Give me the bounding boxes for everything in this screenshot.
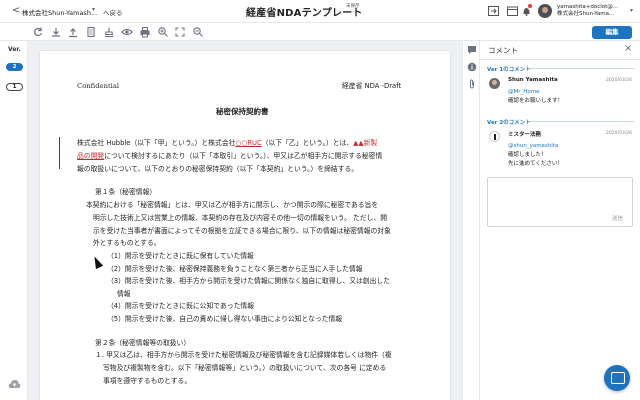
comment-group-heading-v1: Ver 1のコメント (487, 67, 531, 73)
article-2-line-3: 事項を遵守するものとする。 (103, 377, 192, 385)
article-1-item-5: （5）開示を受けた後、自己の責めに帰し得ない事由により公知となった情報 (107, 315, 343, 323)
upload-icon[interactable] (67, 26, 79, 38)
calendar-icon[interactable] (507, 6, 518, 16)
article-1-item-3: （3）開示を受けた後、相手方から開示を受けた情報に関係なく独自に取得し、又は創出… (107, 277, 390, 285)
article-1-item-4: （4）開示を受けたときに既に公知であった情報 (107, 302, 254, 310)
print-icon[interactable] (139, 26, 151, 38)
close-icon[interactable]: × (624, 43, 632, 54)
fit-screen-icon[interactable] (174, 26, 186, 38)
redline-insert: ○○RUC (235, 139, 262, 147)
comment-group-heading-v2: Ver 2のコメント (487, 120, 531, 126)
article-1-line-2: 明示した技術上又は営業上の情報、本契約の存在及び内容その他一切の情報をいう。 た… (93, 214, 388, 222)
doc-intro-line-3: 報の取扱いについて、以下のとおりの秘密保持契約（以下「本契約」という。）を締結す… (77, 165, 359, 173)
comment-date: 2020/03/26 (606, 78, 632, 83)
doc-header-right: 経産省 NDA -Draft (342, 82, 402, 90)
user-avatar[interactable] (538, 4, 552, 18)
article-1-line-1: 本契約における「秘密情報」とは、甲又は乙が相手方に開示し、かつ開示の際に秘密であ… (86, 201, 379, 209)
print-preview-icon[interactable] (85, 26, 97, 38)
doc-intro-line-1: 株式会社 Hubble（以下「甲」という。）と株式会社○○RUC（以下「乙」とい… (77, 138, 377, 148)
divider (530, 68, 634, 69)
article-1-line-4: 外とするものとする。 (93, 239, 161, 247)
article-1-item-1: （1）開示を受けたときに既に保有していた情報 (107, 252, 254, 260)
version-2-pill[interactable]: 2 (6, 63, 23, 71)
comment-mention[interactable]: @shun_yamashita (508, 143, 558, 149)
comment-panel: コメント × Ver 1のコメント Shun Yamashita 2020/03… (480, 41, 640, 400)
account-chevron-icon[interactable]: ▾ (630, 7, 633, 14)
version-1-pill[interactable]: 1 (6, 83, 23, 91)
intro-text: （以下「乙」という。）とは、 (261, 139, 354, 147)
user-account[interactable]: yamashita+doclot@... 株式会社Shun-Yama... (557, 4, 618, 18)
comment-body-line-2: 先に進めてください！ (508, 161, 563, 167)
avatar (489, 131, 500, 142)
article-2-title: 第２条（秘密情報等の取扱い） (95, 339, 191, 347)
send-button[interactable]: 送信 (612, 214, 623, 222)
divider (480, 59, 640, 60)
eye-icon[interactable] (121, 26, 133, 38)
cloud-upload-icon[interactable] (8, 379, 21, 389)
comment-body-line-1: 確認しました！ (508, 152, 547, 158)
comment-date: 2020/03/26 (606, 131, 632, 136)
top-bar: < 株式会社Shun-Yamash... ▾ へ戻る 経産省NDAテンプレート … (0, 0, 640, 23)
comment-mention[interactable]: @Mr_Home (508, 89, 540, 95)
article-2-line-1: １. 甲又は乙は、相手方から開示を受けた秘密情報及び秘密情報を含む記録媒体若しく… (95, 351, 392, 359)
document-toolbar: 編集 (0, 23, 640, 41)
save-status-dots: ... (350, 9, 355, 14)
article-1-title: 第１条（秘密情報） (95, 188, 157, 196)
save-status-badge: 未保存 ... (346, 4, 360, 14)
info-icon[interactable] (467, 62, 477, 72)
zoom-out-icon[interactable] (192, 26, 204, 38)
stamp-icon[interactable] (103, 26, 115, 38)
notification-badge (528, 4, 532, 8)
chevron-down-icon[interactable]: ▾ (92, 6, 95, 13)
version-label: Ver. (8, 46, 21, 53)
attachment-icon[interactable] (467, 79, 477, 89)
refresh-icon[interactable] (32, 26, 44, 38)
back-link[interactable]: へ戻る (103, 7, 123, 17)
intro-text: 株式会社 Hubble（以下「甲」という。）と株式会社 (77, 139, 236, 147)
download-icon[interactable] (50, 26, 62, 38)
comment-body: 確認をお願いします！ (508, 98, 564, 104)
company-selector[interactable]: 株式会社Shun-Yamash... (22, 7, 97, 17)
intro-text: について検討するにあたり（以下「本取引」という。）、甲又は乙が相手方に開示する秘… (104, 152, 383, 160)
divider (530, 121, 634, 122)
edit-button[interactable]: 編集 (592, 26, 632, 39)
comment-panel-icon[interactable] (467, 45, 477, 55)
chat-support-icon[interactable] (604, 365, 630, 391)
panel-switcher-rail (462, 41, 480, 400)
doc-intro-line-2: 品の開発について検討するにあたり（以下「本取引」という。）、甲又は乙が相手方に開… (77, 151, 382, 161)
redline-insert: ▲▲新製 (353, 139, 378, 147)
change-bar (59, 137, 60, 169)
avatar (489, 78, 500, 89)
redline-insert: 品の開発 (77, 152, 105, 160)
user-company: 株式会社Shun-Yama... (557, 11, 615, 17)
article-1-item-3-cont: 情報 (117, 290, 131, 298)
version-rail: Ver. 2 1 (0, 41, 28, 400)
share-icon[interactable] (488, 6, 499, 16)
article-1-line-3: 示を受けた当事者が書面によってその根拠を立証できる場合に限り、以下の情報は秘密情… (93, 227, 391, 235)
doc-title: 秘密保持契約書 (216, 107, 269, 116)
comment-panel-title: コメント (488, 46, 518, 55)
user-email: yamashita+doclot@... (557, 4, 619, 10)
comment-author: Shun Yamashita (508, 77, 558, 83)
back-chevron-icon[interactable]: < (12, 5, 20, 17)
article-2-line-2: 写物及び複製物を含む。以下「秘密情報等」という。）の取扱いについて、次の各号 に… (103, 364, 387, 372)
comment-author: ミスター法務 (508, 132, 542, 138)
article-1-item-2: （2）開示を受けた後、秘密保持義務を負うことなく第三者から正当に入手した情報 (107, 265, 363, 273)
zoom-in-icon[interactable] (157, 26, 169, 38)
doc-header-left: Confidential (77, 82, 120, 90)
